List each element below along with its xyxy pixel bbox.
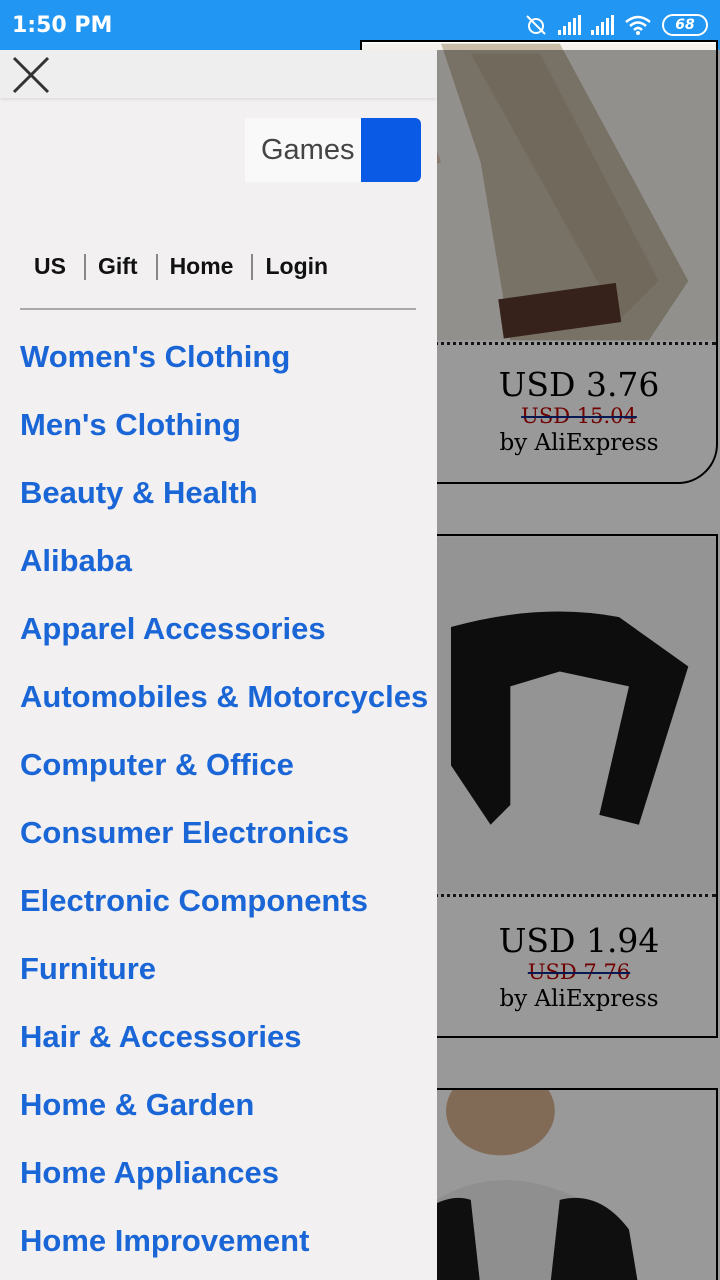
category-item[interactable]: Automobiles & Motorcycles <box>20 677 428 745</box>
category-item[interactable]: Home Improvement <box>20 1221 428 1280</box>
category-item[interactable]: Consumer Electronics <box>20 813 428 881</box>
category-item[interactable]: Home & Garden <box>20 1085 428 1153</box>
search-input[interactable] <box>245 118 361 182</box>
signal-icon <box>558 15 581 35</box>
divider <box>20 308 416 310</box>
category-item[interactable]: Apparel Accessories <box>20 609 428 677</box>
drawer-header <box>0 50 437 98</box>
top-links: US Gift Home Login <box>34 253 338 280</box>
close-icon[interactable] <box>10 54 52 96</box>
link-separator <box>251 253 254 280</box>
link-home[interactable]: Home <box>170 253 234 280</box>
category-item[interactable]: Electronic Components <box>20 881 428 949</box>
category-item[interactable]: Women's Clothing <box>20 337 428 405</box>
category-item[interactable]: Men's Clothing <box>20 405 428 473</box>
status-icons: 68 <box>524 13 708 37</box>
category-item[interactable]: Hair & Accessories <box>20 1017 428 1085</box>
category-item[interactable]: Computer & Office <box>20 745 428 813</box>
wifi-icon <box>625 15 651 35</box>
category-item[interactable]: Beauty & Health <box>20 473 428 541</box>
status-time: 1:50 PM <box>12 12 113 38</box>
link-gift[interactable]: Gift <box>98 253 138 280</box>
category-item[interactable]: Furniture <box>20 949 428 1017</box>
link-login[interactable]: Login <box>265 253 328 280</box>
category-item[interactable]: Alibaba <box>20 541 428 609</box>
link-separator <box>155 253 158 280</box>
link-separator <box>83 253 86 280</box>
nav-drawer: US Gift Home Login Women's Clothing Men'… <box>0 50 437 1280</box>
category-item[interactable]: Home Appliances <box>20 1153 428 1221</box>
signal-icon <box>591 15 614 35</box>
battery-indicator: 68 <box>662 14 708 36</box>
link-us[interactable]: US <box>34 253 66 280</box>
alarm-off-icon <box>526 15 546 35</box>
search-bar <box>245 118 421 182</box>
search-button[interactable] <box>361 118 421 182</box>
category-list: Women's Clothing Men's Clothing Beauty &… <box>20 337 428 1280</box>
